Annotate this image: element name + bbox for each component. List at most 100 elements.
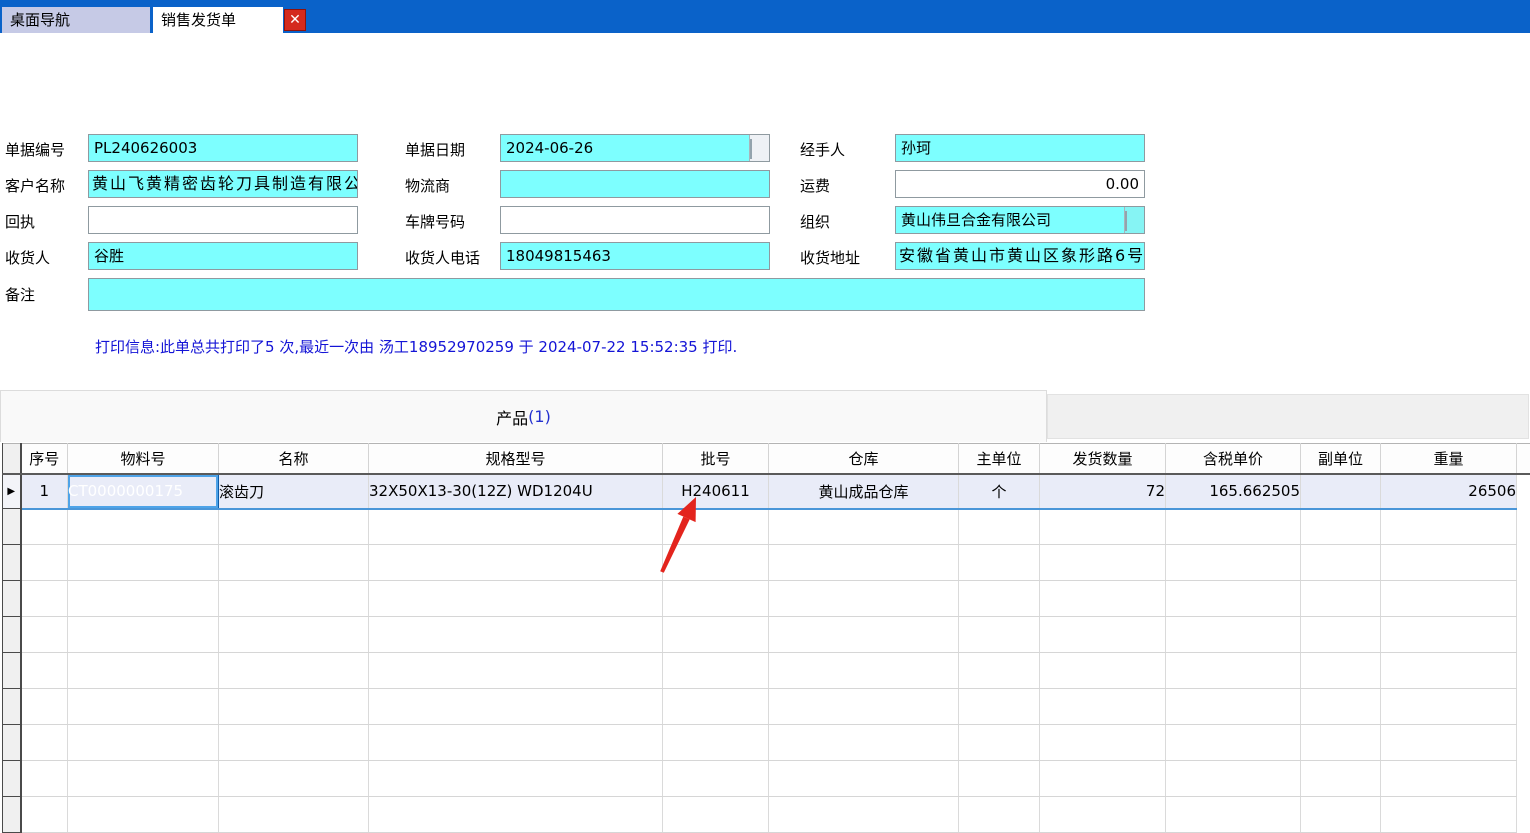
customer-field[interactable]: 黄山飞黄精密齿轮刀具制造有限公司: [88, 170, 358, 198]
grid-cell-empty: [1166, 725, 1301, 761]
cell-name[interactable]: 滚齿刀: [219, 474, 369, 509]
col-header-name[interactable]: 名称: [219, 444, 369, 474]
grid-cell-empty: [663, 653, 769, 689]
grid-cell-empty: [1166, 509, 1301, 545]
grid-cell-empty: [769, 689, 959, 725]
logistics-field[interactable]: [500, 170, 770, 198]
cell-weight[interactable]: 26506: [1381, 474, 1517, 509]
grid-header-row: 序号 物料号 名称 规格型号 批号 仓库 主单位 发货数量 含税单价 副单位 重…: [3, 444, 1530, 474]
grid-empty-row: [3, 689, 1530, 725]
grid-cell-empty: [21, 509, 68, 545]
grid-cell-empty: [769, 797, 959, 833]
grid-empty-row: [3, 797, 1530, 833]
grid-row-indicator-cell: [3, 509, 21, 545]
receipt-field[interactable]: [88, 206, 358, 234]
grid-cell-empty: [219, 725, 369, 761]
grid-cell-empty: [1381, 653, 1517, 689]
customer-label: 客户名称: [5, 175, 65, 196]
consignee-tel-field[interactable]: 18049815463: [500, 242, 770, 270]
grid-cell-empty: [1381, 797, 1517, 833]
doc-date-dropdown-button[interactable]: [749, 135, 769, 161]
grid-cell-empty: [1381, 581, 1517, 617]
grid-cell-empty: [369, 581, 663, 617]
tab-desktop-navigation[interactable]: 桌面导航: [2, 7, 150, 33]
doc-date-value: 2024-06-26: [506, 135, 744, 161]
grid-cell-filler: [1517, 761, 1530, 797]
col-header-unit[interactable]: 主单位: [959, 444, 1040, 474]
grid-cell-empty: [68, 653, 219, 689]
col-header-weight[interactable]: 重量: [1381, 444, 1517, 474]
doc-date-field[interactable]: 2024-06-26: [500, 134, 770, 162]
organization-field[interactable]: 黄山伟旦合金有限公司: [895, 206, 1145, 234]
remark-field[interactable]: [88, 278, 1145, 311]
cell-seq[interactable]: 1: [21, 474, 68, 509]
address-label: 收货地址: [800, 247, 860, 268]
col-header-subunit[interactable]: 副单位: [1301, 444, 1381, 474]
cell-price[interactable]: 165.662505: [1166, 474, 1301, 509]
cell-warehouse[interactable]: 黄山成品仓库: [769, 474, 959, 509]
grid-cell-empty: [1301, 617, 1381, 653]
cell-qty[interactable]: 72: [1040, 474, 1166, 509]
organization-dropdown-button[interactable]: [1124, 207, 1144, 233]
address-field[interactable]: 安徽省黄山市黄山区象形路6号: [895, 242, 1145, 270]
grid-cell-empty: [369, 761, 663, 797]
tab-products-count: (1): [528, 407, 551, 426]
grid-cell-empty: [68, 725, 219, 761]
grid-cell-empty: [959, 689, 1040, 725]
grid-cell-empty: [663, 761, 769, 797]
freight-label: 运费: [800, 175, 830, 196]
freight-field[interactable]: 0.00: [895, 170, 1145, 198]
grid-cell-empty: [959, 581, 1040, 617]
handler-field[interactable]: 孙珂: [895, 134, 1145, 162]
grid-cell-empty: [1381, 725, 1517, 761]
grid-cell-empty: [769, 581, 959, 617]
tab-products-label: 产品: [496, 405, 528, 429]
col-header-spec[interactable]: 规格型号: [369, 444, 663, 474]
grid-cell-filler: [1517, 617, 1530, 653]
row-indicator-icon[interactable]: ▶: [3, 474, 21, 509]
grid-row-indicator-cell: [3, 653, 21, 689]
grid-cell-empty: [663, 617, 769, 653]
grid-cell-empty: [1166, 653, 1301, 689]
tab-products[interactable]: 产品(1): [0, 390, 1047, 442]
grid-cell-empty: [68, 689, 219, 725]
cell-subunit[interactable]: [1301, 474, 1381, 509]
plate-no-field[interactable]: [500, 206, 770, 234]
col-header-batch[interactable]: 批号: [663, 444, 769, 474]
grid-cell-empty: [959, 653, 1040, 689]
grid-cell-empty: [369, 797, 663, 833]
grid-cell-empty: [769, 509, 959, 545]
grid-cell-empty: [369, 545, 663, 581]
grid-cell-empty: [959, 797, 1040, 833]
grid-header-filler: [1517, 444, 1530, 474]
grid-cell-empty: [1040, 725, 1166, 761]
doc-no-field[interactable]: PL240626003: [88, 134, 358, 162]
cell-material-no-selected[interactable]: CT0000000175: [68, 474, 219, 509]
grid-cell-empty: [1301, 797, 1381, 833]
grid-cell-filler: [1517, 581, 1530, 617]
col-header-qty[interactable]: 发货数量: [1040, 444, 1166, 474]
cell-spec[interactable]: 32X50X13-30(12Z) WD1204U: [369, 474, 663, 509]
close-tab-icon[interactable]: ✕: [284, 9, 306, 31]
col-header-seq[interactable]: 序号: [21, 444, 68, 474]
grid-cell-empty: [1040, 761, 1166, 797]
grid-cell-empty: [1166, 797, 1301, 833]
col-header-material[interactable]: 物料号: [68, 444, 219, 474]
tab-sales-delivery-order[interactable]: 销售发货单: [153, 7, 283, 33]
grid-cell-empty: [369, 689, 663, 725]
grid-cell-empty: [1040, 797, 1166, 833]
col-header-price[interactable]: 含税单价: [1166, 444, 1301, 474]
col-header-warehouse[interactable]: 仓库: [769, 444, 959, 474]
grid-cell-empty: [1301, 545, 1381, 581]
consignee-field[interactable]: 谷胜: [88, 242, 358, 270]
grid-cell-empty: [1381, 761, 1517, 797]
grid-cell-empty: [68, 581, 219, 617]
grid-cell-empty: [369, 509, 663, 545]
grid-corner-cell: [3, 444, 21, 474]
grid-row-indicator-cell: [3, 581, 21, 617]
grid-cell-empty: [68, 617, 219, 653]
cell-unit[interactable]: 个: [959, 474, 1040, 509]
grid-empty-row: [3, 581, 1530, 617]
grid-cell-empty: [1301, 725, 1381, 761]
grid-cell-empty: [21, 617, 68, 653]
